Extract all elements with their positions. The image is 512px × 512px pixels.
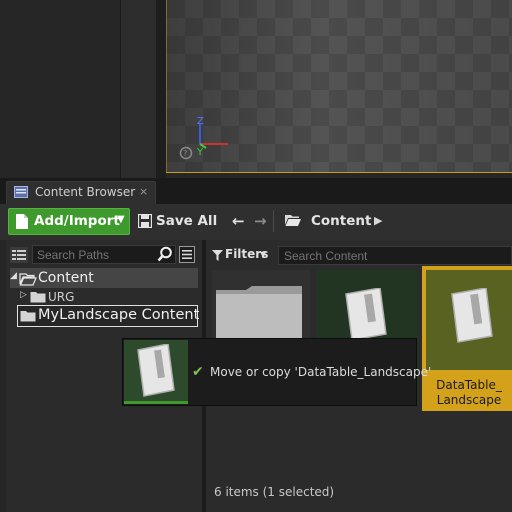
checkmark-icon: ✔ bbox=[192, 364, 204, 380]
close-icon[interactable]: × bbox=[139, 185, 148, 198]
tree-item-label: MyLandscape Content bbox=[38, 307, 200, 323]
drag-message: Move or copy 'DataTable_Landscape' bbox=[210, 365, 432, 379]
axis-gizmo: Z Y ? bbox=[179, 116, 228, 160]
forward-arrow-icon[interactable]: → bbox=[254, 212, 267, 230]
list-icon bbox=[182, 250, 192, 259]
breadcrumb-arrow-icon[interactable]: ▶ bbox=[374, 214, 382, 227]
filter-icon bbox=[212, 250, 223, 261]
svg-text:?: ? bbox=[183, 149, 187, 158]
add-import-label: Add/Import bbox=[34, 213, 120, 229]
save-all-label: Save All bbox=[156, 213, 218, 229]
axis-z-label: Z bbox=[197, 116, 204, 127]
tree-item-label[interactable]: URG bbox=[48, 290, 74, 304]
folder-icon bbox=[20, 311, 36, 322]
asset-thumbnail bbox=[426, 270, 512, 370]
folder-open-icon bbox=[19, 273, 37, 286]
toolbar-separator bbox=[273, 210, 274, 232]
filters-label: Filters bbox=[225, 247, 269, 261]
back-arrow-icon[interactable]: ← bbox=[232, 212, 245, 230]
tab-label: Content Browser bbox=[35, 185, 136, 199]
folder-icon bbox=[30, 292, 46, 303]
datatable-icon bbox=[137, 344, 175, 397]
search-paths-input[interactable] bbox=[32, 245, 176, 264]
expanded-arrow-icon[interactable]: ◢ bbox=[10, 271, 17, 281]
panel-gap bbox=[156, 0, 166, 178]
tree-item-label: Content bbox=[38, 270, 94, 286]
path-view-options-button[interactable] bbox=[179, 246, 195, 263]
datatable-icon bbox=[451, 288, 493, 343]
content-browser-icon bbox=[14, 186, 28, 198]
collapsed-arrow-icon[interactable]: ▷ bbox=[20, 290, 27, 300]
asset-label: DataTable_ Landscape bbox=[436, 378, 502, 407]
breadcrumb-content[interactable]: Content bbox=[311, 213, 371, 229]
save-icon bbox=[138, 214, 152, 228]
panel-divider[interactable] bbox=[120, 0, 157, 178]
search-content-input[interactable] bbox=[278, 246, 512, 265]
new-file-icon bbox=[16, 214, 28, 229]
sources-toggle-icon[interactable] bbox=[10, 247, 28, 263]
drag-asset-thumbnail bbox=[124, 340, 188, 404]
top-left-panel bbox=[0, 0, 120, 178]
axis-y-label: Y bbox=[196, 147, 204, 158]
folder-icon bbox=[216, 286, 302, 344]
datatable-icon bbox=[345, 288, 387, 340]
search-icon[interactable] bbox=[157, 246, 173, 262]
asset-count-status: 6 items (1 selected) bbox=[214, 485, 335, 499]
folder-open-icon bbox=[285, 215, 301, 226]
